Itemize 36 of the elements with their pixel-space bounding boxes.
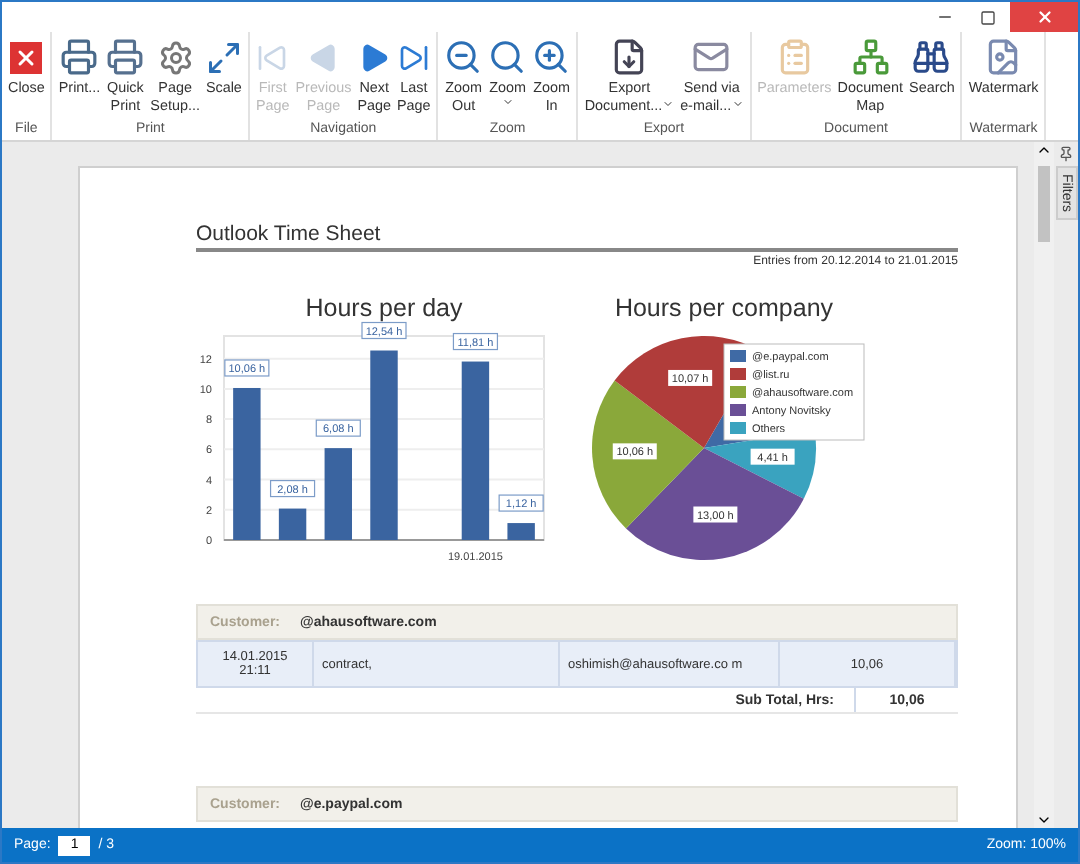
chart-title: Hours per day xyxy=(305,294,463,322)
triangle-right-icon xyxy=(358,41,391,73)
triangle-left-icon xyxy=(307,41,340,73)
gear-icon xyxy=(157,39,194,75)
close-icon xyxy=(1035,8,1053,26)
legend-swatch xyxy=(730,422,746,434)
document-icon xyxy=(610,38,649,76)
printer-icon xyxy=(106,38,145,76)
legend-swatch xyxy=(730,368,746,380)
report-title: Outlook Time Sheet xyxy=(196,222,958,252)
legend-swatch xyxy=(730,386,746,398)
maximize-icon xyxy=(980,9,996,25)
skip-forward-icon xyxy=(397,41,430,73)
magnifier-icon xyxy=(488,38,527,76)
tree-icon xyxy=(851,38,890,76)
legend-background xyxy=(723,343,865,441)
zoom-out-icon xyxy=(444,38,483,76)
legend-swatch xyxy=(730,404,746,416)
clipboard-icon xyxy=(775,38,814,76)
close-icon xyxy=(10,41,43,73)
envelope-icon xyxy=(692,38,731,76)
scroll-up-icon[interactable] xyxy=(1036,142,1052,158)
binoculars-icon xyxy=(912,38,951,76)
printer-icon xyxy=(60,38,99,76)
resize-icon xyxy=(205,39,242,75)
legend-swatch xyxy=(730,350,746,362)
bar xyxy=(507,523,535,540)
chart-title: Hours per company xyxy=(614,294,834,322)
skip-back-icon xyxy=(256,41,289,73)
zoom-in-icon xyxy=(532,38,571,76)
pin-icon[interactable] xyxy=(1058,146,1074,162)
close-button[interactable] xyxy=(1010,2,1078,32)
scroll-down-icon[interactable] xyxy=(1036,812,1052,828)
watermark-icon xyxy=(984,38,1023,76)
bar xyxy=(324,448,352,540)
scrollbar[interactable] xyxy=(1034,142,1054,828)
